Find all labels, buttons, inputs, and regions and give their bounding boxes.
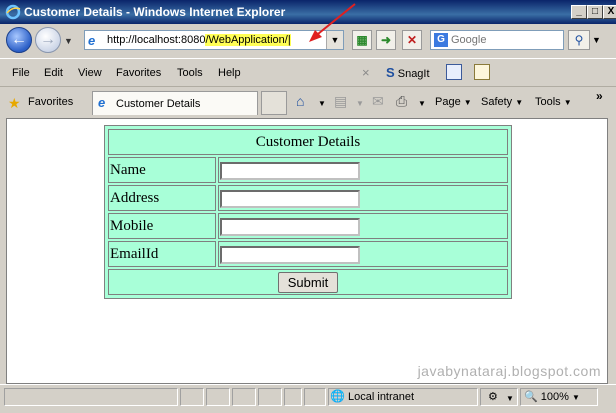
mobile-label: Mobile [108,213,216,239]
chevron-down-icon: ▼ [515,98,524,107]
tools-menu[interactable]: Tools ▼ [535,96,572,108]
chevron-down-icon: ▼ [563,98,572,107]
favorites-star-icon: ★ [8,95,21,111]
feeds-icon[interactable]: ▤ [334,93,347,110]
new-tab-button[interactable] [261,91,287,115]
zoom-level[interactable]: 🔍 100% ▼ [524,390,580,403]
status-pane [232,388,256,406]
snagit-capture-icon[interactable] [446,64,462,80]
status-pane [284,388,302,406]
name-label: Name [108,157,216,183]
address-label: Address [108,185,216,211]
address-input[interactable] [220,190,360,208]
maximize-button[interactable]: □ [587,5,603,19]
status-text-pane [4,388,178,406]
search-box[interactable]: G [430,30,564,50]
mobile-input[interactable] [220,218,360,236]
forward-button[interactable]: → [35,27,61,53]
home-icon[interactable]: ⌂ [296,93,304,109]
chevron-down-icon: ▼ [463,98,472,107]
search-input[interactable] [451,32,559,48]
page-icon: e [88,33,96,48]
print-dropdown[interactable]: ▼ [418,99,426,108]
mobile-cell [218,213,508,239]
name-cell [218,157,508,183]
name-input[interactable] [220,162,360,180]
form-row-address: Address [108,185,508,211]
page-content: Customer Details Name Address Mobile Ema… [6,118,608,384]
red-arrow-annotation [309,3,356,42]
protected-mode-icon: ⚙ [488,391,498,403]
watermark: javabynataraj.blogspot.com [417,363,601,379]
email-input[interactable] [220,246,360,264]
close-toolbar-icon[interactable]: × [362,65,370,80]
search-options-dropdown[interactable]: ▼ [592,30,602,50]
go-button[interactable]: ➜ [376,30,396,50]
feeds-dropdown[interactable]: ▼ [356,99,364,108]
security-zone: 🌐 Local intranet [330,389,415,403]
search-button[interactable]: ⚲ [568,30,590,50]
status-pane [206,388,230,406]
safety-menu[interactable]: Safety ▼ [481,96,523,108]
email-cell [218,241,508,267]
mail-icon[interactable]: ✉ [372,93,384,110]
status-pane [304,388,326,406]
form-heading: Customer Details [108,129,508,155]
menu-help[interactable]: Help [218,67,241,79]
forward-arrow-icon: → [40,31,56,48]
menu-file[interactable]: File [12,67,30,79]
back-arrow-icon: ← [11,31,27,48]
form-row-mobile: Mobile [108,213,508,239]
address-cell [218,185,508,211]
print-icon[interactable]: ⎙ [396,93,407,110]
form-row-name: Name [108,157,508,183]
minimize-button[interactable]: _ [571,5,587,19]
favorites-bar: ★ Favorites e Customer Details ⌂ ▼ ▤ ▼ ✉… [0,86,616,119]
tab-customer-details[interactable]: e Customer Details [92,91,258,115]
stop-button[interactable]: ✕ [402,30,422,50]
close-button[interactable]: X [603,5,616,19]
menu-edit[interactable]: Edit [44,67,63,79]
address-url[interactable]: http://localhost:8080/WebApplication/| [107,34,291,46]
snagit-edit-icon[interactable] [474,64,490,80]
chevron-down-icon: ▼ [506,394,514,403]
window-title: Customer Details - Windows Internet Expl… [24,5,286,19]
globe-icon: 🌐 [330,389,345,403]
menu-tools[interactable]: Tools [177,67,203,79]
back-button[interactable]: ← [6,27,32,53]
form-row-email: EmailId [108,241,508,267]
customer-form: Customer Details Name Address Mobile Ema… [104,125,512,299]
home-dropdown[interactable]: ▼ [318,99,326,108]
submit-cell: Submit [108,269,508,295]
chevron-down-icon: ▼ [571,393,580,402]
address-url-highlight: /WebApplication/| [205,34,291,46]
search-icon: ⚲ [574,33,584,47]
tab-label: Customer Details [116,98,201,110]
menu-view[interactable]: View [78,67,102,79]
page-icon: e [98,95,106,110]
status-pane [258,388,282,406]
email-label: EmailId [108,241,216,267]
zoom-icon: 🔍 [524,391,538,403]
customer-form-table: Customer Details Name Address Mobile Ema… [106,127,510,297]
snagit-icon: S [386,65,395,80]
status-pane [180,388,204,406]
snagit-button[interactable]: S SnagIt [386,65,430,80]
more-commands-icon[interactable]: » [596,89,603,103]
menu-bar: File Edit View Favorites Tools Help × S … [0,58,616,87]
menu-favorites[interactable]: Favorites [116,67,161,79]
google-icon: G [434,33,448,47]
favorites-button[interactable]: Favorites [28,96,73,108]
submit-button[interactable]: Submit [277,271,339,293]
status-bar: 🌐 Local intranet ⚙ ▼ 🔍 100% ▼ [0,384,616,413]
page-menu[interactable]: Page ▼ [435,96,472,108]
recent-pages-dropdown[interactable]: ▼ [64,36,73,46]
internet-explorer-icon [5,4,21,20]
